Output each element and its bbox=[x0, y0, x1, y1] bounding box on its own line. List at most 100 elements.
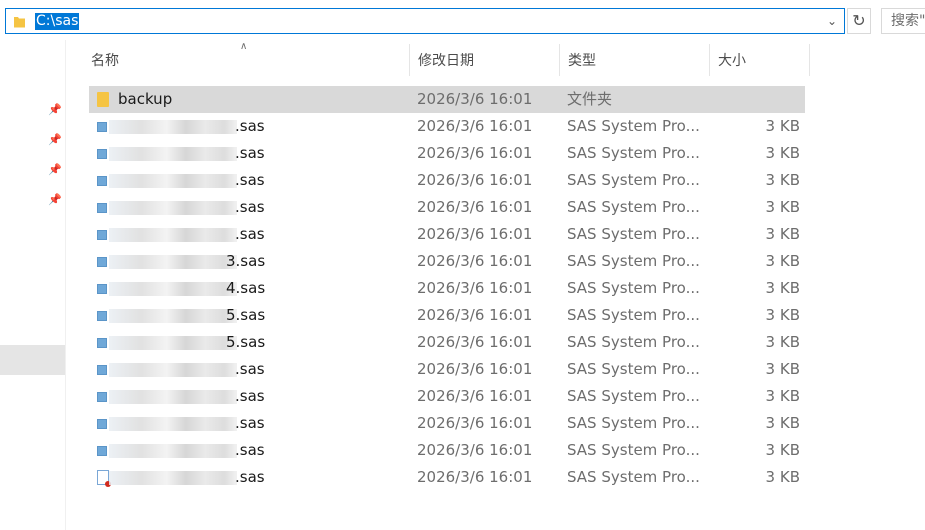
sas-file-icon bbox=[97, 176, 107, 186]
redacted-filename bbox=[109, 201, 237, 215]
column-header-date[interactable]: 修改日期 bbox=[409, 44, 559, 76]
file-date: 2026/3/6 16:01 bbox=[417, 225, 533, 243]
file-row[interactable]: .sas 2026/3/6 16:01 SAS System Pro... 3 KB bbox=[89, 356, 805, 383]
column-divider[interactable] bbox=[809, 44, 810, 76]
file-type: SAS System Pro... bbox=[567, 387, 699, 405]
folder-icon bbox=[97, 92, 109, 107]
redacted-filename bbox=[109, 390, 237, 404]
sas-file-icon bbox=[97, 311, 107, 321]
file-size: 3 KB bbox=[765, 414, 800, 432]
pin-icon: 📌 bbox=[48, 193, 62, 206]
file-size: 3 KB bbox=[765, 306, 800, 324]
file-row[interactable]: 4.sas 2026/3/6 16:01 SAS System Pro... 3 KB bbox=[89, 275, 805, 302]
file-type: SAS System Pro... bbox=[567, 414, 699, 432]
file-name: .sas bbox=[235, 117, 265, 135]
file-type: SAS System Pro... bbox=[567, 252, 699, 270]
file-size: 3 KB bbox=[765, 225, 800, 243]
file-type: SAS System Pro... bbox=[567, 225, 699, 243]
refresh-button[interactable]: ↻ bbox=[847, 8, 871, 34]
file-name: .sas bbox=[235, 198, 265, 216]
file-name: backup bbox=[118, 90, 173, 108]
folder-icon bbox=[13, 14, 26, 28]
redacted-filename bbox=[109, 147, 237, 161]
file-type: SAS System Pro... bbox=[567, 360, 699, 378]
sas-file-icon bbox=[97, 149, 107, 159]
file-type: SAS System Pro... bbox=[567, 333, 699, 351]
file-name: .sas bbox=[235, 387, 265, 405]
sas-file-icon bbox=[97, 338, 107, 348]
redacted-filename bbox=[109, 255, 237, 269]
file-name: 3.sas bbox=[226, 252, 266, 270]
file-name: .sas bbox=[235, 171, 265, 189]
sas-file-icon bbox=[97, 122, 107, 132]
file-row[interactable]: .sas 2026/3/6 16:01 SAS System Pro... 3 KB bbox=[89, 167, 805, 194]
file-size: 3 KB bbox=[765, 333, 800, 351]
file-type: SAS System Pro... bbox=[567, 144, 699, 162]
file-name: .sas bbox=[235, 225, 265, 243]
redacted-filename bbox=[109, 336, 237, 350]
file-date: 2026/3/6 16:01 bbox=[417, 414, 533, 432]
pin-icon: 📌 bbox=[48, 163, 62, 176]
redacted-filename bbox=[109, 282, 237, 296]
column-header-name[interactable]: 名称 bbox=[82, 44, 410, 76]
search-input[interactable]: 搜索" bbox=[881, 8, 925, 34]
file-date: 2026/3/6 16:01 bbox=[417, 333, 533, 351]
file-row[interactable]: 5.sas 2026/3/6 16:01 SAS System Pro... 3 KB bbox=[89, 302, 805, 329]
file-name: 4.sas bbox=[226, 279, 266, 297]
address-path[interactable]: C:\sas bbox=[35, 13, 80, 30]
file-name: .sas bbox=[235, 144, 265, 162]
file-type: SAS System Pro... bbox=[567, 306, 699, 324]
file-date: 2026/3/6 16:01 bbox=[417, 171, 533, 189]
column-header-type[interactable]: 类型 bbox=[559, 44, 709, 76]
file-date: 2026/3/6 16:01 bbox=[417, 198, 533, 216]
file-name: 5.sas bbox=[226, 306, 266, 324]
redacted-filename bbox=[109, 363, 237, 377]
file-type: SAS System Pro... bbox=[567, 198, 699, 216]
redacted-filename bbox=[109, 444, 237, 458]
file-row[interactable]: .sas 2026/3/6 16:01 SAS System Pro... 3 KB bbox=[89, 410, 805, 437]
file-size: 3 KB bbox=[765, 468, 800, 486]
file-date: 2026/3/6 16:01 bbox=[417, 387, 533, 405]
pin-icon: 📌 bbox=[48, 103, 62, 116]
sas-program-icon bbox=[97, 470, 111, 487]
nav-item-selected[interactable] bbox=[0, 345, 65, 375]
navigation-pane: 📌 📌 📌 📌 bbox=[0, 40, 66, 530]
file-row[interactable]: 5.sas 2026/3/6 16:01 SAS System Pro... 3 KB bbox=[89, 329, 805, 356]
file-row[interactable]: 3.sas 2026/3/6 16:01 SAS System Pro... 3 KB bbox=[89, 248, 805, 275]
file-row[interactable]: .sas 2026/3/6 16:01 SAS System Pro... 3 KB bbox=[89, 140, 805, 167]
file-date: 2026/3/6 16:01 bbox=[417, 90, 533, 108]
file-row[interactable]: .sas 2026/3/6 16:01 SAS System Pro... 3 KB bbox=[89, 194, 805, 221]
file-size: 3 KB bbox=[765, 279, 800, 297]
file-type: SAS System Pro... bbox=[567, 171, 699, 189]
file-size: 3 KB bbox=[765, 144, 800, 162]
file-row[interactable]: .sas 2026/3/6 16:01 SAS System Pro... 3 KB bbox=[89, 113, 805, 140]
file-date: 2026/3/6 16:01 bbox=[417, 441, 533, 459]
chevron-down-icon[interactable]: ⌄ bbox=[824, 11, 840, 31]
file-row[interactable]: backup 2026/3/6 16:01 文件夹 bbox=[89, 86, 805, 113]
sas-file-icon bbox=[97, 446, 107, 456]
file-name: .sas bbox=[235, 414, 265, 432]
address-bar[interactable]: C:\sas ⌄ bbox=[5, 8, 845, 34]
file-row[interactable]: .sas 2026/3/6 16:01 SAS System Pro... 3 KB bbox=[89, 221, 805, 248]
file-type: SAS System Pro... bbox=[567, 441, 699, 459]
column-header-size[interactable]: 大小 bbox=[709, 44, 809, 76]
file-date: 2026/3/6 16:01 bbox=[417, 468, 533, 486]
file-size: 3 KB bbox=[765, 198, 800, 216]
sas-file-icon bbox=[97, 230, 107, 240]
pin-icon: 📌 bbox=[48, 133, 62, 146]
redacted-filename bbox=[109, 471, 237, 485]
file-type: SAS System Pro... bbox=[567, 117, 699, 135]
file-name: .sas bbox=[235, 360, 265, 378]
sas-file-icon bbox=[97, 419, 107, 429]
file-date: 2026/3/6 16:01 bbox=[417, 279, 533, 297]
redacted-filename bbox=[109, 174, 237, 188]
file-size: 3 KB bbox=[765, 441, 800, 459]
sas-file-icon bbox=[97, 392, 107, 402]
refresh-icon: ↻ bbox=[852, 11, 866, 30]
file-row[interactable]: .sas 2026/3/6 16:01 SAS System Pro... 3 KB bbox=[89, 464, 805, 491]
file-type: SAS System Pro... bbox=[567, 279, 699, 297]
file-row[interactable]: .sas 2026/3/6 16:01 SAS System Pro... 3 KB bbox=[89, 383, 805, 410]
redacted-filename bbox=[109, 309, 237, 323]
file-row[interactable]: .sas 2026/3/6 16:01 SAS System Pro... 3 KB bbox=[89, 437, 805, 464]
file-date: 2026/3/6 16:01 bbox=[417, 144, 533, 162]
